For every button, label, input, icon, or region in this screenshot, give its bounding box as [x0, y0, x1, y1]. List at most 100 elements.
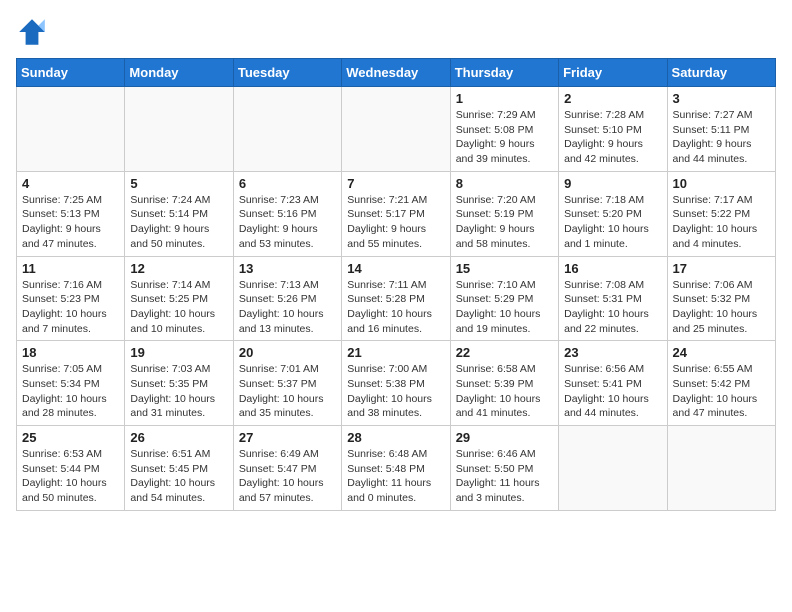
day-number: 9 — [564, 176, 661, 191]
calendar-cell — [17, 87, 125, 172]
day-info: Sunrise: 7:13 AM Sunset: 5:26 PM Dayligh… — [239, 278, 336, 337]
calendar-week-row: 1 Sunrise: 7:29 AM Sunset: 5:08 PM Daylig… — [17, 87, 776, 172]
day-number: 17 — [673, 261, 770, 276]
day-number: 2 — [564, 91, 661, 106]
calendar-cell: 27 Sunrise: 6:49 AM Sunset: 5:47 PM Dayli… — [233, 426, 341, 511]
calendar-cell: 22Sunrise: 6:58 AM Sunset: 5:39 PM Dayli… — [450, 341, 558, 426]
calendar-cell: 26 Sunrise: 6:51 AM Sunset: 5:45 PM Dayli… — [125, 426, 233, 511]
day-number: 20 — [239, 345, 336, 360]
day-info: Sunrise: 6:55 AM Sunset: 5:42 PM Dayligh… — [673, 362, 770, 421]
column-header-monday: Monday — [125, 59, 233, 87]
day-number: 8 — [456, 176, 553, 191]
calendar-cell — [667, 426, 775, 511]
day-info: Sunrise: 6:46 AM Sunset: 5:50 PM Dayligh… — [456, 447, 553, 506]
calendar-week-row: 18 Sunrise: 7:05 AM Sunset: 5:34 PM Dayli… — [17, 341, 776, 426]
day-number: 29 — [456, 430, 553, 445]
calendar-week-row: 4 Sunrise: 7:25 AM Sunset: 5:13 PM Daylig… — [17, 171, 776, 256]
calendar-cell: 29 Sunrise: 6:46 AM Sunset: 5:50 PM Dayli… — [450, 426, 558, 511]
day-info: Sunrise: 7:21 AM Sunset: 5:17 PM Dayligh… — [347, 193, 444, 252]
day-number: 23 — [564, 345, 661, 360]
day-info: Sunrise: 7:25 AM Sunset: 5:13 PM Dayligh… — [22, 193, 119, 252]
calendar-cell — [125, 87, 233, 172]
day-number: 26 — [130, 430, 227, 445]
column-header-thursday: Thursday — [450, 59, 558, 87]
calendar-cell: 1 Sunrise: 7:29 AM Sunset: 5:08 PM Daylig… — [450, 87, 558, 172]
calendar-cell: 28 Sunrise: 6:48 AM Sunset: 5:48 PM Dayli… — [342, 426, 450, 511]
day-info: Sunrise: 7:10 AM Sunset: 5:29 PM Dayligh… — [456, 278, 553, 337]
day-number: 25 — [22, 430, 119, 445]
day-info: Sunrise: 7:27 AM Sunset: 5:11 PM Dayligh… — [673, 108, 770, 167]
calendar-cell: 13 Sunrise: 7:13 AM Sunset: 5:26 PM Dayli… — [233, 256, 341, 341]
day-number: 3 — [673, 91, 770, 106]
logo — [16, 16, 52, 48]
day-number: 1 — [456, 91, 553, 106]
page-header — [16, 16, 776, 48]
day-number: 21 — [347, 345, 444, 360]
calendar-header-row: SundayMondayTuesdayWednesdayThursdayFrid… — [17, 59, 776, 87]
column-header-saturday: Saturday — [667, 59, 775, 87]
calendar-cell: 2 Sunrise: 7:28 AM Sunset: 5:10 PM Daylig… — [559, 87, 667, 172]
day-info: Sunrise: 7:18 AM Sunset: 5:20 PM Dayligh… — [564, 193, 661, 252]
day-info: Sunrise: 6:53 AM Sunset: 5:44 PM Dayligh… — [22, 447, 119, 506]
calendar-cell: 21 Sunrise: 7:00 AM Sunset: 5:38 PM Dayli… — [342, 341, 450, 426]
calendar-cell: 11 Sunrise: 7:16 AM Sunset: 5:23 PM Dayli… — [17, 256, 125, 341]
day-info: Sunrise: 7:29 AM Sunset: 5:08 PM Dayligh… — [456, 108, 553, 167]
day-info: Sunrise: 7:28 AM Sunset: 5:10 PM Dayligh… — [564, 108, 661, 167]
day-number: 24 — [673, 345, 770, 360]
day-number: 15 — [456, 261, 553, 276]
day-info: Sunrise: 7:16 AM Sunset: 5:23 PM Dayligh… — [22, 278, 119, 337]
day-number: 27 — [239, 430, 336, 445]
calendar-cell: 5Sunrise: 7:24 AM Sunset: 5:14 PM Daylig… — [125, 171, 233, 256]
calendar-cell: 17 Sunrise: 7:06 AM Sunset: 5:32 PM Dayli… — [667, 256, 775, 341]
day-info: Sunrise: 7:01 AM Sunset: 5:37 PM Dayligh… — [239, 362, 336, 421]
calendar-cell: 19 Sunrise: 7:03 AM Sunset: 5:35 PM Dayli… — [125, 341, 233, 426]
day-number: 10 — [673, 176, 770, 191]
column-header-sunday: Sunday — [17, 59, 125, 87]
day-number: 11 — [22, 261, 119, 276]
calendar-cell: 7 Sunrise: 7:21 AM Sunset: 5:17 PM Daylig… — [342, 171, 450, 256]
calendar-cell: 18 Sunrise: 7:05 AM Sunset: 5:34 PM Dayli… — [17, 341, 125, 426]
day-info: Sunrise: 7:06 AM Sunset: 5:32 PM Dayligh… — [673, 278, 770, 337]
logo-icon — [16, 16, 48, 48]
day-info: Sunrise: 6:51 AM Sunset: 5:45 PM Dayligh… — [130, 447, 227, 506]
calendar-table: SundayMondayTuesdayWednesdayThursdayFrid… — [16, 58, 776, 511]
column-header-wednesday: Wednesday — [342, 59, 450, 87]
day-number: 28 — [347, 430, 444, 445]
day-number: 12 — [130, 261, 227, 276]
day-info: Sunrise: 6:49 AM Sunset: 5:47 PM Dayligh… — [239, 447, 336, 506]
calendar-cell: 14Sunrise: 7:11 AM Sunset: 5:28 PM Dayli… — [342, 256, 450, 341]
calendar-cell: 15 Sunrise: 7:10 AM Sunset: 5:29 PM Dayli… — [450, 256, 558, 341]
day-info: Sunrise: 7:11 AM Sunset: 5:28 PM Dayligh… — [347, 278, 444, 337]
calendar-cell: 23 Sunrise: 6:56 AM Sunset: 5:41 PM Dayli… — [559, 341, 667, 426]
day-info: Sunrise: 7:00 AM Sunset: 5:38 PM Dayligh… — [347, 362, 444, 421]
day-number: 4 — [22, 176, 119, 191]
calendar-week-row: 25 Sunrise: 6:53 AM Sunset: 5:44 PM Dayli… — [17, 426, 776, 511]
day-info: Sunrise: 7:08 AM Sunset: 5:31 PM Dayligh… — [564, 278, 661, 337]
calendar-cell — [559, 426, 667, 511]
day-number: 7 — [347, 176, 444, 191]
column-header-friday: Friday — [559, 59, 667, 87]
calendar-cell: 16 Sunrise: 7:08 AM Sunset: 5:31 PM Dayli… — [559, 256, 667, 341]
day-info: Sunrise: 6:56 AM Sunset: 5:41 PM Dayligh… — [564, 362, 661, 421]
day-number: 5 — [130, 176, 227, 191]
calendar-cell — [233, 87, 341, 172]
calendar-cell: 12Sunrise: 7:14 AM Sunset: 5:25 PM Dayli… — [125, 256, 233, 341]
calendar-cell: 4 Sunrise: 7:25 AM Sunset: 5:13 PM Daylig… — [17, 171, 125, 256]
calendar-cell: 24 Sunrise: 6:55 AM Sunset: 5:42 PM Dayli… — [667, 341, 775, 426]
calendar-cell: 3 Sunrise: 7:27 AM Sunset: 5:11 PM Daylig… — [667, 87, 775, 172]
calendar-cell: 20 Sunrise: 7:01 AM Sunset: 5:37 PM Dayli… — [233, 341, 341, 426]
day-number: 6 — [239, 176, 336, 191]
calendar-cell — [342, 87, 450, 172]
day-info: Sunrise: 7:23 AM Sunset: 5:16 PM Dayligh… — [239, 193, 336, 252]
day-info: Sunrise: 7:20 AM Sunset: 5:19 PM Dayligh… — [456, 193, 553, 252]
day-info: Sunrise: 7:05 AM Sunset: 5:34 PM Dayligh… — [22, 362, 119, 421]
day-number: 16 — [564, 261, 661, 276]
calendar-cell: 8 Sunrise: 7:20 AM Sunset: 5:19 PM Daylig… — [450, 171, 558, 256]
calendar-cell: 10Sunrise: 7:17 AM Sunset: 5:22 PM Dayli… — [667, 171, 775, 256]
day-info: Sunrise: 6:48 AM Sunset: 5:48 PM Dayligh… — [347, 447, 444, 506]
day-info: Sunrise: 7:03 AM Sunset: 5:35 PM Dayligh… — [130, 362, 227, 421]
calendar-cell: 25 Sunrise: 6:53 AM Sunset: 5:44 PM Dayli… — [17, 426, 125, 511]
day-number: 19 — [130, 345, 227, 360]
day-number: 18 — [22, 345, 119, 360]
day-number: 13 — [239, 261, 336, 276]
